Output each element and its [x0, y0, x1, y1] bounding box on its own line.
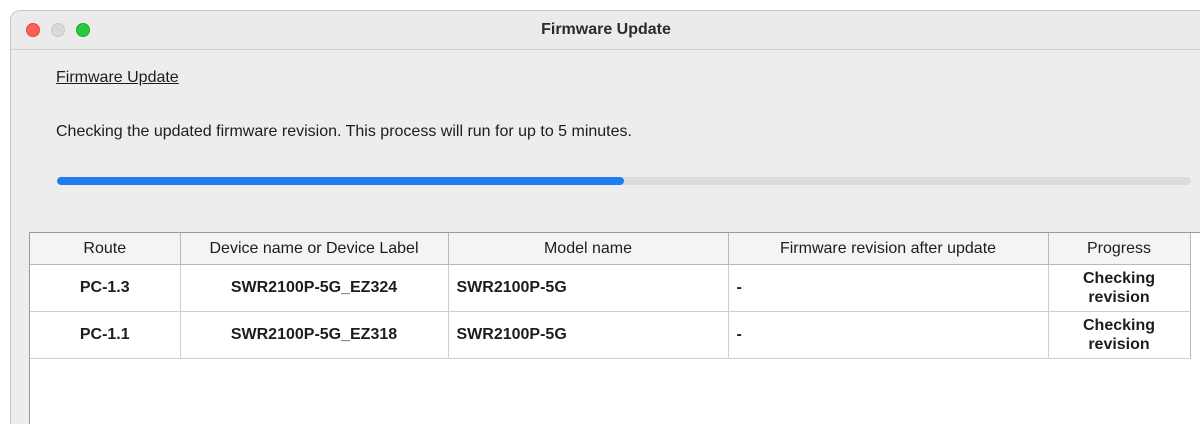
column-header-firmware-revision[interactable]: Firmware revision after update [728, 233, 1049, 265]
progress-bar-fill [57, 177, 624, 185]
cell-route: PC-1.3 [30, 264, 181, 312]
table-row[interactable]: PC-1.1 SWR2100P-5G_EZ318 SWR2100P-5G - C… [30, 311, 1191, 359]
title-bar[interactable]: Firmware Update [11, 11, 1200, 50]
table-row[interactable]: PC-1.3 SWR2100P-5G_EZ324 SWR2100P-5G - C… [30, 264, 1191, 312]
column-header-device-name[interactable]: Device name or Device Label [180, 233, 449, 265]
progress-status-line2: revision [1088, 289, 1150, 306]
section-heading: Firmware Update [56, 69, 179, 86]
cell-device-name: SWR2100P-5G_EZ318 [180, 311, 449, 359]
cell-device-name: SWR2100P-5G_EZ324 [180, 264, 449, 312]
cell-progress: Checking revision [1048, 311, 1191, 359]
device-table[interactable]: Route Device name or Device Label Model … [29, 232, 1200, 424]
progress-bar [57, 177, 1191, 185]
column-header-model-name[interactable]: Model name [448, 233, 729, 265]
cell-firmware-revision: - [728, 264, 1049, 312]
progress-status-line1: Checking [1082, 270, 1155, 287]
cell-model-name: SWR2100P-5G [448, 311, 729, 359]
table-header-row: Route Device name or Device Label Model … [30, 233, 1191, 265]
column-header-route[interactable]: Route [30, 233, 181, 265]
cell-progress: Checking revision [1048, 264, 1191, 312]
cell-route: PC-1.1 [30, 311, 181, 359]
status-message: Checking the updated firmware revision. … [56, 123, 632, 140]
firmware-update-window: Firmware Update Firmware Update Checking… [10, 10, 1200, 424]
cell-model-name: SWR2100P-5G [448, 264, 729, 312]
progress-status-line1: Checking [1082, 317, 1155, 334]
window-title: Firmware Update [541, 21, 671, 38]
column-header-progress[interactable]: Progress [1048, 233, 1191, 265]
progress-status-line2: revision [1088, 336, 1150, 353]
cell-firmware-revision: - [728, 311, 1049, 359]
